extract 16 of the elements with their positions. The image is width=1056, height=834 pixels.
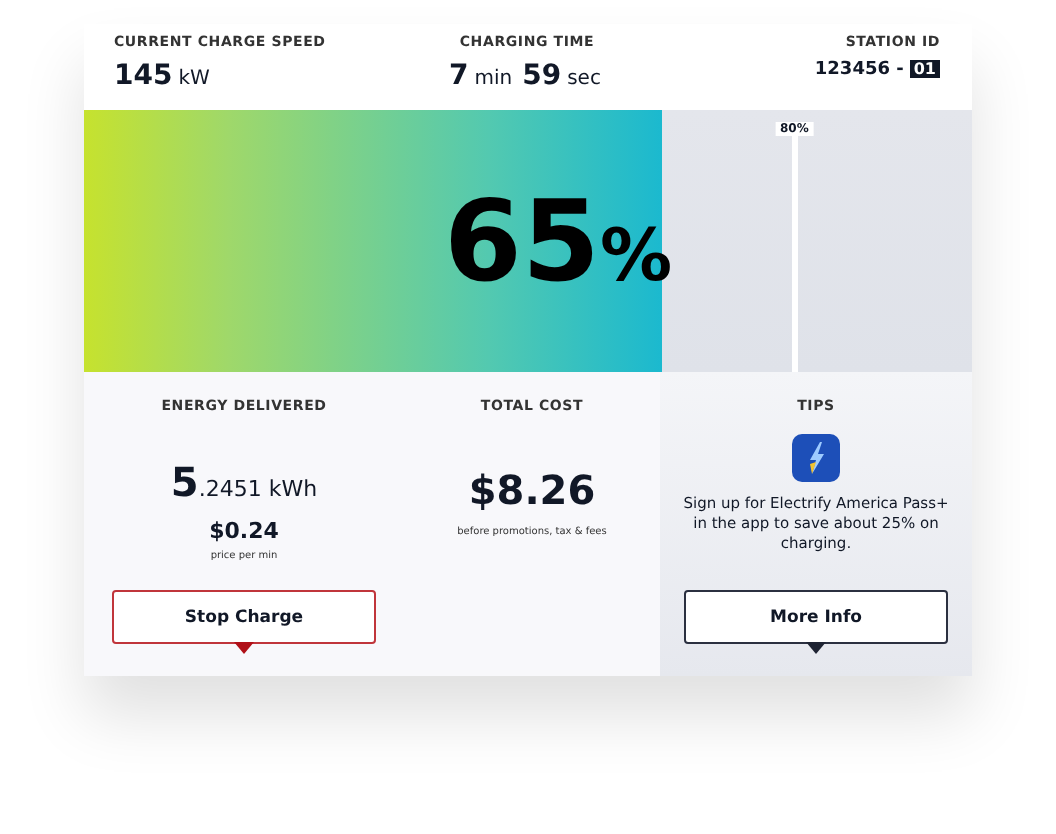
stat-value: 145 [114, 60, 173, 92]
caret-icon [806, 642, 826, 654]
stat-value: 7 [449, 60, 469, 92]
caret-icon [234, 642, 254, 654]
price-value: $0.24 [209, 518, 279, 544]
action-button[interactable]: Stop Charge [112, 590, 376, 644]
energy-value: 5.2451 kWh [170, 458, 318, 506]
stat-value: 59 [522, 60, 562, 92]
action-button[interactable]: More Info [684, 590, 948, 644]
station-tag: 01 [909, 60, 940, 78]
unit-label: sec [567, 68, 601, 90]
unit-label: min [474, 68, 513, 90]
app-icon [792, 434, 840, 482]
unit-label: kW [178, 68, 210, 90]
station-id: 123456 - [814, 60, 904, 80]
total-cost: $8.26 [468, 466, 596, 514]
